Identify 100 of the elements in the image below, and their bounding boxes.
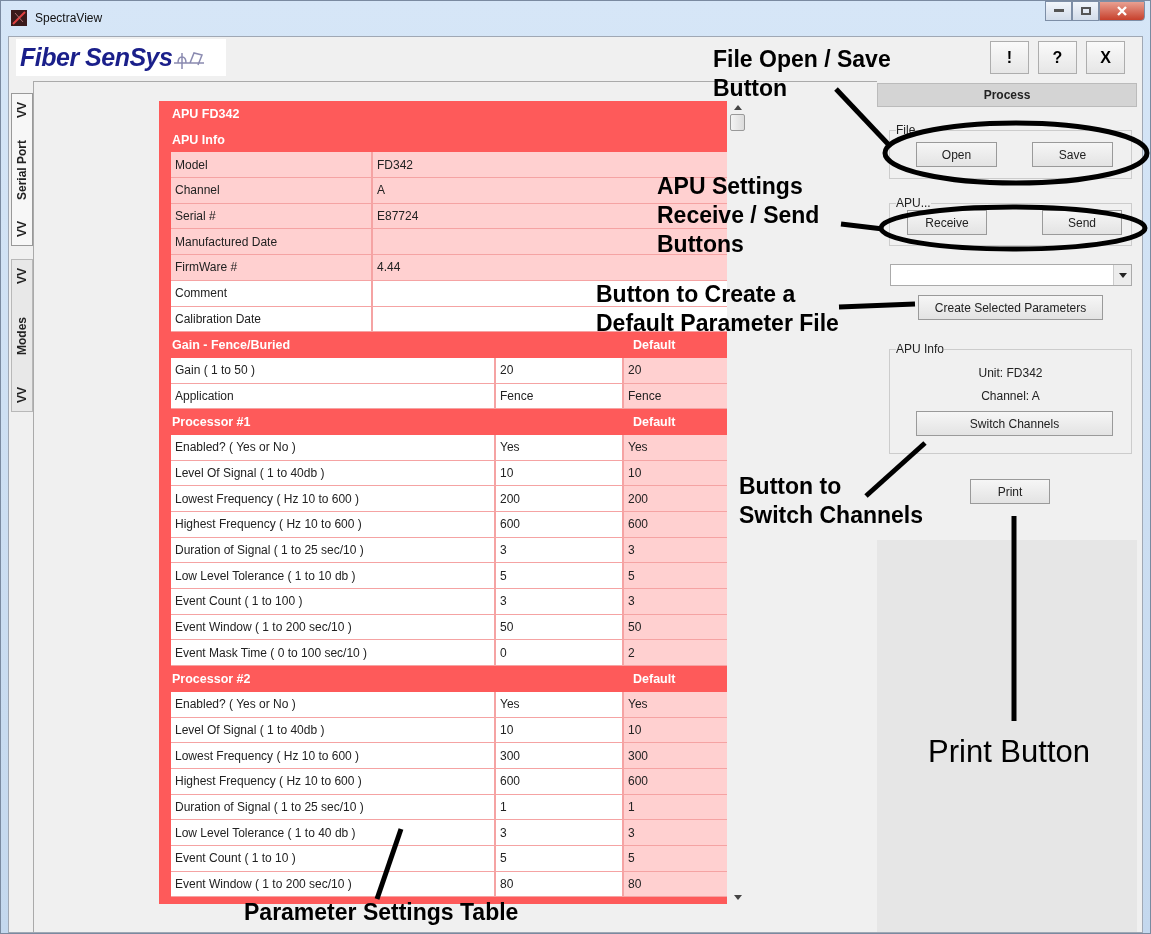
cell-text: 80: [628, 876, 642, 891]
callout-line: [864, 441, 927, 498]
toolbar-button[interactable]: X: [1086, 41, 1125, 74]
cell-text: 3: [628, 543, 635, 558]
print-button[interactable]: Print: [970, 479, 1050, 504]
cell-text: 200: [500, 491, 521, 506]
unit-label: Unit: FD342: [977, 365, 1044, 382]
cell-text: Fence: [628, 388, 662, 403]
cell-text: 1: [500, 799, 507, 814]
create-button[interactable]: Create Selected Parameters: [918, 295, 1103, 320]
caret-icon: [1118, 272, 1127, 278]
cell-text: Manufactured Date: [175, 234, 278, 249]
minimize-button[interactable]: [1045, 1, 1072, 21]
cell-text: Low Level Tolerance ( 1 to 10 db ): [175, 568, 356, 583]
cell-text: Duration of Signal ( 1 to 25 sec/10 ): [175, 799, 364, 814]
callout-line: [840, 221, 884, 232]
cell-text: 2: [628, 645, 635, 660]
scroll-thumb[interactable]: [730, 114, 745, 131]
column-heading: Default: [632, 415, 676, 430]
cell-text: 5: [500, 568, 507, 583]
cell-text: 600: [500, 517, 521, 532]
group-legend: APU...: [896, 196, 931, 210]
file-button[interactable]: Open: [916, 142, 997, 167]
dropdown-button[interactable]: [1113, 265, 1131, 285]
toolbar-button[interactable]: !: [990, 41, 1029, 74]
cell-text: Low Level Tolerance ( 1 to 40 db ): [175, 825, 356, 840]
table-title: APU FD342: [171, 106, 240, 121]
close-icon: [1117, 6, 1127, 16]
cell-text: Channel: [175, 183, 220, 198]
cell-text: Event Window ( 1 to 200 sec/10 ): [175, 620, 352, 635]
cell-text: 600: [500, 774, 521, 789]
cell-text: Yes: [500, 440, 520, 455]
cell-text: 300: [628, 748, 649, 763]
cell-text: 0: [500, 645, 507, 660]
section-heading: Gain - Fence/Buried: [171, 338, 292, 353]
callout-label: Parameter Settings Table: [244, 898, 519, 927]
cell-text: Event Mask Time ( 0 to 100 sec/10 ): [175, 645, 368, 660]
restore-icon: [1080, 7, 1091, 15]
section-heading: Processor #1: [171, 415, 252, 430]
callout-label: Print Button: [928, 734, 1090, 770]
cell-text: 80: [500, 876, 514, 891]
cell-text: 10: [500, 465, 514, 480]
cell-text: 3: [628, 594, 635, 609]
cell-text: Model: [175, 157, 208, 172]
cell-text: Yes: [500, 697, 520, 712]
cell-text: 300: [500, 748, 521, 763]
side-tab[interactable]: VV Modes VV: [11, 259, 33, 412]
cell-text: Event Count ( 1 to 10 ): [175, 851, 296, 866]
file-button[interactable]: Save: [1032, 142, 1113, 167]
cell-text: Highest Frequency ( Hz 10 to 600 ): [175, 774, 362, 789]
scroll-down-icon[interactable]: [733, 895, 742, 900]
app-icon: [11, 10, 27, 26]
cell-text: 3: [500, 543, 507, 558]
close-button[interactable]: [1099, 1, 1145, 21]
side-tab[interactable]: VV Serial Port VV: [11, 93, 33, 246]
panel-header: Process: [877, 83, 1137, 107]
cell-text: Level Of Signal ( 1 to 40db ): [175, 465, 325, 480]
cell-text: Fence: [500, 388, 534, 403]
section-heading: APU Info: [171, 132, 225, 147]
callout-line: [834, 87, 890, 146]
maximize-button[interactable]: [1072, 1, 1099, 21]
cell-text: 3: [500, 594, 507, 609]
column-heading: Default: [632, 671, 676, 686]
cell-text: 5: [500, 851, 507, 866]
column-heading: Default: [632, 338, 676, 353]
toolbar-button[interactable]: ?: [1038, 41, 1077, 74]
cell-text: 600: [628, 517, 649, 532]
cell-text: Event Window ( 1 to 200 sec/10 ): [175, 876, 352, 891]
cell-text: 50: [500, 620, 514, 635]
cell-text: Event Count ( 1 to 100 ): [175, 594, 303, 609]
cell-text: Enabled? ( Yes or No ): [175, 697, 296, 712]
cell-text: 600: [628, 774, 649, 789]
switch-channels-button[interactable]: Switch Channels: [916, 411, 1113, 436]
cell-text: A: [377, 183, 385, 198]
channel-label: Channel: A: [980, 388, 1041, 405]
group-legend: APU Info: [896, 342, 945, 356]
minimize-icon: [1053, 9, 1064, 13]
cell-text: Serial #: [175, 209, 216, 224]
cell-text: 3: [500, 825, 507, 840]
cell-text: Yes: [628, 440, 648, 455]
cell-text: Gain ( 1 to 50 ): [175, 363, 256, 378]
dropdown-field[interactable]: [890, 264, 1132, 286]
cell-text: Level Of Signal ( 1 to 40db ): [175, 722, 325, 737]
cell-text: 20: [500, 363, 514, 378]
cell-text: 4.44: [377, 260, 401, 275]
cell-text: 10: [500, 722, 514, 737]
cell-text: FD342: [377, 157, 414, 172]
callout-line: [374, 828, 404, 900]
cell-text: Lowest Frequency ( Hz 10 to 600 ): [175, 491, 360, 506]
section-heading: Processor #2: [171, 671, 252, 686]
cell-text: E87724: [377, 209, 419, 224]
cell-text: 50: [628, 620, 642, 635]
window-title: SpectraView: [35, 10, 103, 26]
scroll-up-icon[interactable]: [733, 105, 742, 110]
cell-text: Duration of Signal ( 1 to 25 sec/10 ): [175, 543, 364, 558]
cell-text: Highest Frequency ( Hz 10 to 600 ): [175, 517, 362, 532]
cell-text: Application: [175, 388, 234, 403]
logo-text: Fiber SenSys: [20, 43, 173, 72]
cell-text: FirmWare #: [175, 260, 238, 275]
cell-text: 20: [628, 363, 642, 378]
